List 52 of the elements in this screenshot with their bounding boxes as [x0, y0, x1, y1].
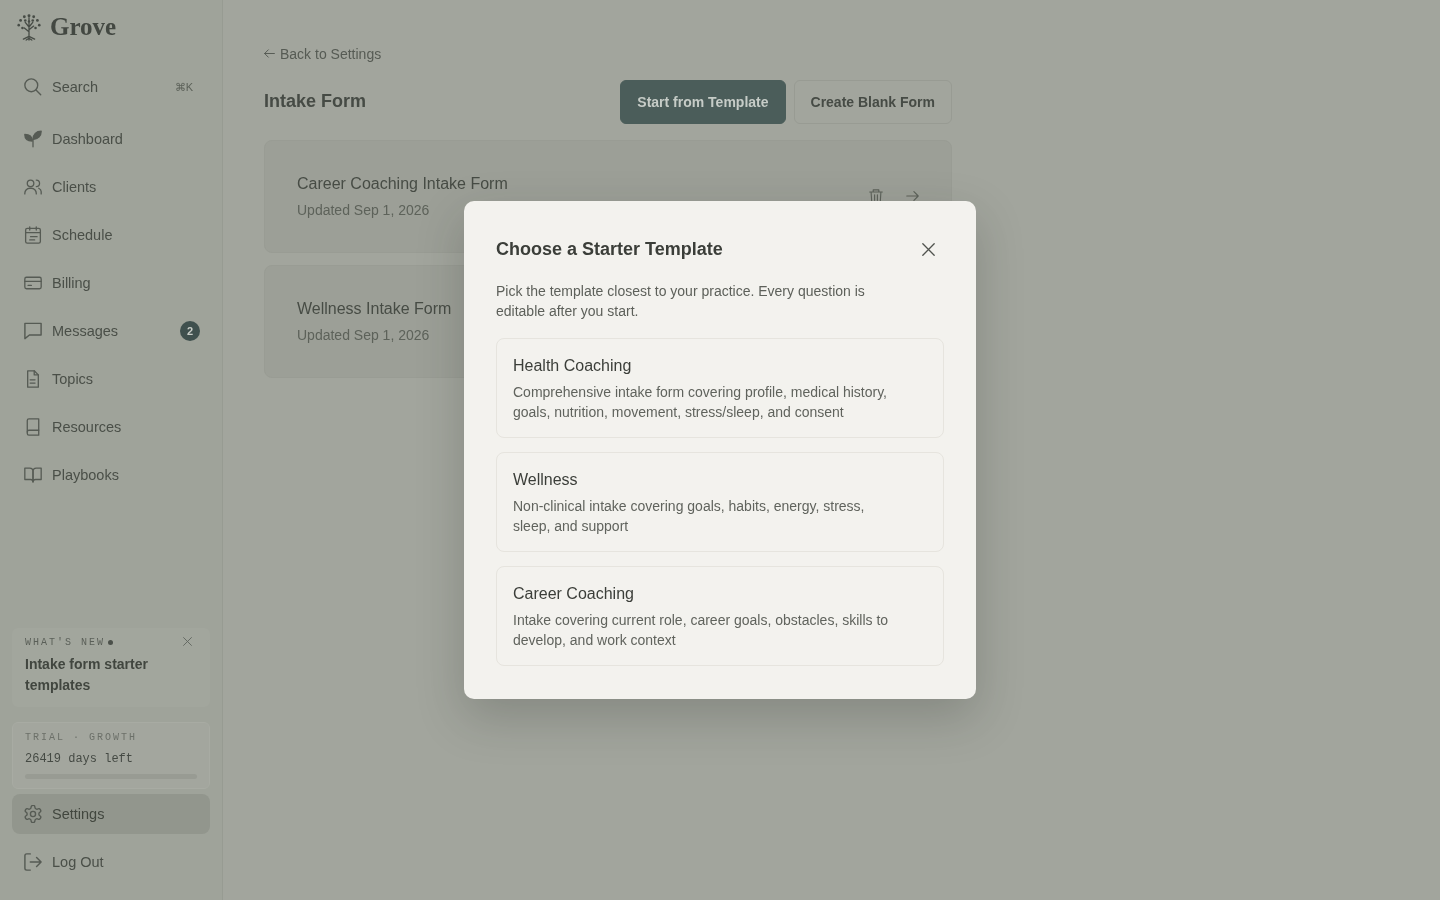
- template-description: Comprehensive intake form covering profile, medical history, goals, nutrition, movement, stress/sleep, and consent: [513, 383, 888, 422]
- logout-icon: [24, 853, 42, 871]
- days-remaining: 26419 days left: [25, 751, 135, 767]
- close-icon: [921, 242, 935, 256]
- nav-item[interactable]: Messages 2: [12, 311, 210, 351]
- close-icon: [183, 637, 192, 646]
- updated-date: Updated Sep 1, 2026: [297, 200, 430, 220]
- template-option[interactable]: Health Coaching Comprehensive intake form covering profile, medical history, goals, nutrition, movement, stress/sleep, and consent: [496, 338, 944, 438]
- announcement-title: Intake form starter templates: [25, 655, 149, 695]
- dialog-description: Pick the template closest to your practice. Every question is editable after you start.: [496, 282, 866, 321]
- count-badge: 2: [180, 321, 200, 341]
- open-book-icon: [24, 466, 42, 484]
- nav-item[interactable]: Playbooks: [12, 455, 210, 495]
- arrow-left-icon: [264, 49, 275, 58]
- shortcut-hint: ⌘K: [174, 80, 193, 94]
- template-description: Intake covering current role, career goals, obstacles, skills to develop, and work context: [513, 611, 890, 650]
- nav-item[interactable]: Settings: [12, 794, 210, 834]
- template-name: Wellness: [513, 470, 578, 490]
- settings-icon: [24, 805, 42, 823]
- template-option[interactable]: Career Coaching Intake covering current role, career goals, obstacles, skills to develop, and work context: [496, 566, 944, 666]
- nav-item[interactable]: Resources: [12, 407, 210, 447]
- calendar-icon: [24, 226, 42, 244]
- book-icon: [24, 418, 42, 436]
- leaf-icon: [24, 130, 42, 148]
- page-title: Intake Form: [264, 91, 367, 112]
- trash-icon: [869, 188, 883, 204]
- document-icon: [24, 370, 42, 388]
- brand-name: Grove: [50, 12, 117, 42]
- nav-item[interactable]: Billing: [12, 263, 210, 303]
- template-name: Health Coaching: [513, 356, 632, 376]
- create-form-button[interactable]: Create Blank Form: [793, 79, 952, 124]
- start-template-button[interactable]: Start from Template: [620, 79, 786, 124]
- template-description: Non-clinical intake covering goals, habits, energy, stress, sleep, and support: [513, 497, 866, 536]
- search-icon: [24, 78, 42, 96]
- credit-card-icon: [24, 274, 42, 292]
- back-link[interactable]: Back to Settings: [264, 44, 382, 63]
- form-title: Wellness Intake Form: [297, 298, 452, 319]
- chat-bubble-icon: [24, 322, 42, 340]
- nav-item[interactable]: Schedule: [12, 215, 210, 255]
- updated-date: Updated Sep 1, 2026: [297, 325, 430, 345]
- tree-icon: [15, 13, 43, 41]
- template-option[interactable]: Wellness Non-clinical intake covering goals, habits, energy, stress, sleep, and support: [496, 452, 944, 552]
- form-title: Career Coaching Intake Form: [297, 173, 508, 194]
- users-icon: [24, 178, 42, 196]
- nav-item[interactable]: Topics: [12, 359, 210, 399]
- nav-item[interactable]: Clients: [12, 167, 210, 207]
- nav-item[interactable]: Log Out: [12, 842, 210, 882]
- template-name: Career Coaching: [513, 584, 634, 604]
- nav-item[interactable]: Dashboard: [12, 119, 210, 159]
- section-label: WHAT'S NEW: [25, 636, 105, 648]
- arrow-right-icon: [905, 191, 919, 201]
- search-button[interactable]: Search ⌘K: [12, 67, 210, 107]
